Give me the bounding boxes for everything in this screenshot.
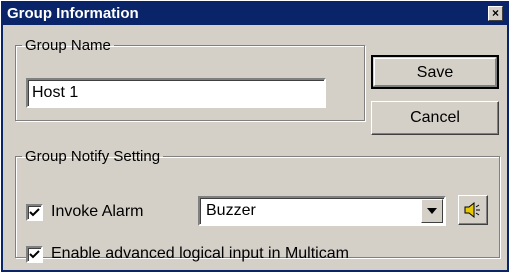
group-name-legend: Group Name: [25, 37, 111, 54]
group-notify-setting-group: Group Notify Setting Invoke Alarm Buzzer: [15, 148, 500, 263]
advanced-input-label: Enable advanced logical input in Multica…: [51, 245, 349, 262]
chevron-down-icon: [427, 208, 437, 214]
cancel-button[interactable]: Cancel: [371, 101, 499, 135]
window-title: Group Information: [7, 5, 139, 22]
speaker-icon: [464, 201, 480, 219]
group-information-dialog: Group Information × Group Name Host 1 Sa…: [1, 1, 509, 272]
checkmark-icon: [29, 249, 40, 258]
advanced-input-row: Enable advanced logical input in Multica…: [26, 245, 349, 263]
alarm-type-dropdown-button[interactable]: [421, 199, 443, 223]
advanced-input-checkbox[interactable]: [26, 245, 43, 263]
invoke-alarm-label: Invoke Alarm: [51, 203, 144, 220]
group-name-group: Group Name Host 1: [15, 37, 365, 121]
checkmark-icon: [29, 207, 40, 216]
close-icon: ×: [491, 6, 499, 20]
alarm-type-value: Buzzer: [206, 202, 256, 219]
group-notify-setting-legend: Group Notify Setting: [25, 148, 161, 165]
invoke-alarm-checkbox[interactable]: [26, 203, 43, 221]
cancel-button-label: Cancel: [410, 109, 460, 126]
group-name-input[interactable]: Host 1: [26, 78, 326, 108]
save-button[interactable]: Save: [371, 55, 499, 89]
save-button-label: Save: [416, 64, 454, 81]
close-button[interactable]: ×: [488, 6, 503, 21]
title-bar[interactable]: Group Information ×: [3, 3, 507, 25]
test-sound-button[interactable]: [458, 195, 488, 225]
alarm-type-select[interactable]: Buzzer: [198, 196, 446, 226]
invoke-alarm-row: Invoke Alarm: [26, 203, 143, 221]
